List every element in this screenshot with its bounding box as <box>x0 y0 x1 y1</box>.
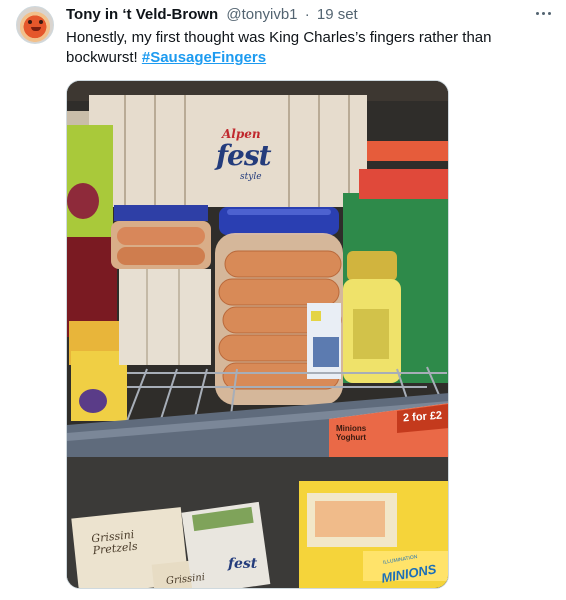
back-jar <box>111 205 211 365</box>
tweet-photo[interactable]: Alpen fest style Minions Yoghurt 2 for £… <box>66 80 449 589</box>
tweet-header: Tony in ‘t Veld-Brown @tonyivb1 · 19 set <box>66 6 358 24</box>
price-tag-product: Minions Yoghurt <box>336 424 367 442</box>
grissini-box-label: Grissini Pretzels <box>90 527 139 558</box>
separator-dot: · <box>304 6 310 23</box>
box-brand-style: style <box>240 172 262 182</box>
tweet[interactable]: Tony in ‘t Veld-Brown @tonyivb1 · 19 set… <box>0 0 566 600</box>
display-name[interactable]: Tony in ‘t Veld-Brown <box>66 6 218 23</box>
tweet-timestamp[interactable]: 19 set <box>317 6 358 23</box>
tweet-text: Honestly, my first thought was King Char… <box>66 28 546 68</box>
hashtag-link[interactable]: #SausageFingers <box>142 49 266 66</box>
main-jar <box>215 207 343 405</box>
box-brand-fest: fest <box>216 139 272 172</box>
user-handle[interactable]: @tonyivb1 <box>226 6 297 23</box>
avatar-eye <box>39 20 43 24</box>
avatar-eye <box>28 20 32 24</box>
avatar-mouth <box>31 27 41 31</box>
user-avatar[interactable] <box>16 6 54 44</box>
tweet-text-body: Honestly, my first thought was King Char… <box>66 29 492 66</box>
small-box-brand: fest <box>228 556 258 572</box>
honey-bottle <box>343 251 401 383</box>
more-horizontal-icon[interactable] <box>530 2 556 24</box>
